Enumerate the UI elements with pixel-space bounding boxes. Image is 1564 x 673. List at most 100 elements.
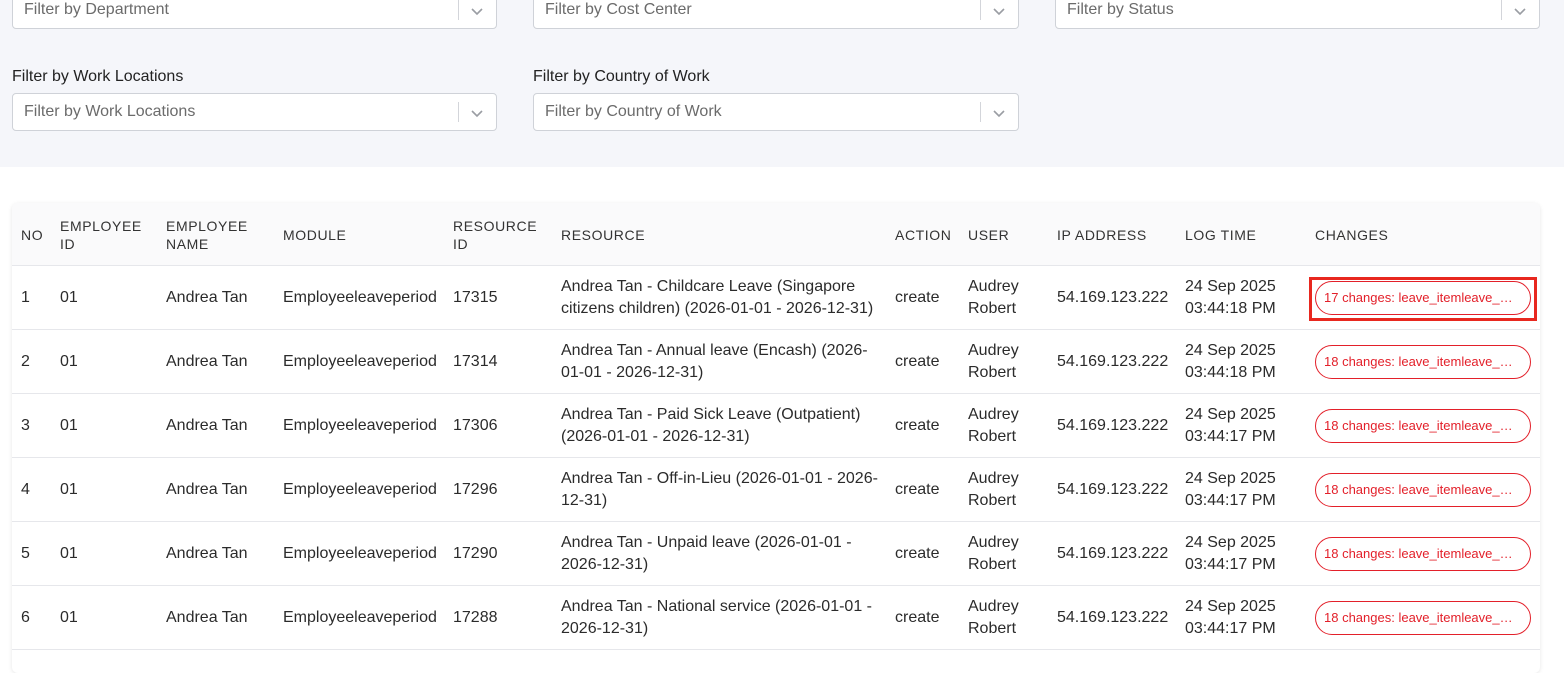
cell-resource: Andrea Tan - Unpaid leave (2026-01-01 -2…	[561, 534, 852, 573]
cell-no: 4	[21, 481, 30, 498]
chevron-down-icon[interactable]	[990, 104, 1008, 122]
cell-module: Employeeleaveperiod	[283, 353, 437, 370]
cell-module: Employeeleaveperiod	[283, 289, 437, 306]
changes-badge[interactable]: 18 changes: leave_itemleave_…	[1315, 473, 1531, 507]
cell-resource: Andrea Tan - Off-in-Lieu (2026-01-01 - 2…	[561, 470, 878, 509]
chevron-down-icon[interactable]	[468, 2, 486, 20]
cell-user: Audrey Robert	[968, 342, 1019, 381]
cell-ip-address: 54.169.123.222	[1057, 545, 1169, 562]
cell-employee-id: 01	[60, 417, 78, 434]
cell-employee-id: 01	[60, 481, 78, 498]
table-row[interactable]: 2 01 Andrea Tan Employeeleaveperiod 17314 And…	[12, 330, 1540, 394]
table-row[interactable]: 3 01 Andrea Tan Employeeleaveperiod 17306 And…	[12, 394, 1540, 458]
cell-employee-id: 01	[60, 353, 78, 370]
cell-log-time: 24 Sep 2025 03:44:18 PM	[1185, 342, 1276, 381]
cell-log-time: 24 Sep 2025 03:44:17 PM	[1185, 470, 1276, 509]
status-filter-select[interactable]: Filter by Status	[1055, 0, 1540, 29]
changes-badge[interactable]: 17 changes: leave_itemleave_…	[1315, 281, 1531, 315]
cell-user: Audrey Robert	[968, 470, 1019, 509]
cell-resource: Andrea Tan - National service (2026-01-0…	[561, 598, 872, 637]
cost-center-filter-select[interactable]: Filter by Cost Center	[533, 0, 1019, 29]
table-row[interactable]: 4 01 Andrea Tan Employeeleaveperiod 17296 And…	[12, 458, 1540, 522]
column-header-resource[interactable]: RESOURCE	[561, 203, 645, 266]
cell-module: Employeeleaveperiod	[283, 609, 437, 626]
cell-employee-name: Andrea Tan	[166, 353, 248, 370]
cell-log-time: 24 Sep 2025 03:44:17 PM	[1185, 406, 1276, 445]
country-of-work-filter-label: Filter by Country of Work	[533, 68, 710, 85]
cell-employee-id: 01	[60, 545, 78, 562]
cell-resource-id: 17314	[453, 353, 498, 370]
table-row[interactable]: 6 01 Andrea Tan Employeeleaveperiod 17288 And…	[12, 586, 1540, 650]
cell-no: 6	[21, 609, 30, 626]
department-filter-select[interactable]: Filter by Department	[12, 0, 497, 29]
department-filter-placeholder: Filter by Department	[24, 1, 169, 18]
cell-no: 3	[21, 417, 30, 434]
cell-employee-name: Andrea Tan	[166, 417, 248, 434]
column-header-action[interactable]: ACTION	[895, 203, 952, 266]
cost-center-filter-placeholder: Filter by Cost Center	[545, 1, 692, 18]
cell-action: create	[895, 545, 940, 562]
work-locations-filter-select[interactable]: Filter by Work Locations	[12, 93, 497, 131]
cell-module: Employeeleaveperiod	[283, 545, 437, 562]
column-header-changes[interactable]: CHANGES	[1315, 203, 1388, 266]
table-row[interactable]: 5 01 Andrea Tan Employeeleaveperiod 17290 And…	[12, 522, 1540, 586]
cell-action: create	[895, 417, 940, 434]
cell-no: 1	[21, 289, 30, 306]
cell-resource-id: 17306	[453, 417, 498, 434]
select-separator	[980, 0, 981, 20]
changes-badge[interactable]: 18 changes: leave_itemleave_…	[1315, 409, 1531, 443]
column-header-employee-id[interactable]: EMPLOYEE ID	[60, 203, 142, 266]
table-header: NO EMPLOYEE ID EMPLOYEE NAME MODULE RESOUR…	[12, 203, 1540, 266]
country-of-work-filter-select[interactable]: Filter by Country of Work	[533, 93, 1019, 131]
cell-ip-address: 54.169.123.222	[1057, 417, 1169, 434]
cell-module: Employeeleaveperiod	[283, 417, 437, 434]
table-row[interactable]: 1 01 Andrea Tan Employeeleaveperiod 17315 And…	[12, 266, 1540, 330]
cell-ip-address: 54.169.123.222	[1057, 353, 1169, 370]
column-header-log-time[interactable]: LOG TIME	[1185, 203, 1256, 266]
chevron-down-icon[interactable]	[990, 2, 1008, 20]
column-header-module[interactable]: MODULE	[283, 203, 347, 266]
cell-resource: Andrea Tan - Paid Sick Leave (Outpatient…	[561, 406, 861, 445]
column-header-employee-name[interactable]: EMPLOYEE NAME	[166, 203, 248, 266]
work-locations-filter-placeholder: Filter by Work Locations	[24, 103, 196, 120]
cell-resource: Andrea Tan - Childcare Leave (Singapore c…	[561, 278, 874, 317]
cell-module: Employeeleaveperiod	[283, 481, 437, 498]
cell-action: create	[895, 481, 940, 498]
changes-badge[interactable]: 18 changes: leave_itemleave_…	[1315, 537, 1531, 571]
select-separator	[980, 102, 981, 122]
changes-badge[interactable]: 18 changes: leave_itemleave_…	[1315, 345, 1531, 379]
select-separator	[458, 102, 459, 122]
cell-ip-address: 54.169.123.222	[1057, 289, 1169, 306]
filter-panel: Filter by Department Filter by Cost Cent…	[0, 0, 1564, 167]
cell-action: create	[895, 289, 940, 306]
cell-user: Audrey Robert	[968, 278, 1019, 317]
chevron-down-icon[interactable]	[468, 104, 486, 122]
cell-user: Audrey Robert	[968, 598, 1019, 637]
chevron-down-icon[interactable]	[1511, 2, 1529, 20]
cell-no: 5	[21, 545, 30, 562]
cell-log-time: 24 Sep 2025 03:44:17 PM	[1185, 534, 1276, 573]
cell-employee-id: 01	[60, 289, 78, 306]
cell-employee-name: Andrea Tan	[166, 609, 248, 626]
status-filter-placeholder: Filter by Status	[1067, 1, 1174, 18]
cell-resource-id: 17290	[453, 545, 498, 562]
cell-ip-address: 54.169.123.222	[1057, 481, 1169, 498]
cell-resource: Andrea Tan - Annual leave (Encash) (2026…	[561, 342, 868, 381]
work-locations-filter-label: Filter by Work Locations	[12, 68, 184, 85]
changes-badge[interactable]: 18 changes: leave_itemleave_…	[1315, 601, 1531, 635]
cell-action: create	[895, 609, 940, 626]
column-header-user[interactable]: USER	[968, 203, 1009, 266]
select-separator	[1501, 0, 1502, 20]
cell-employee-name: Andrea Tan	[166, 545, 248, 562]
cell-ip-address: 54.169.123.222	[1057, 609, 1169, 626]
column-header-resource-id[interactable]: RESOURCE ID	[453, 203, 537, 266]
cell-employee-name: Andrea Tan	[166, 481, 248, 498]
cell-no: 2	[21, 353, 30, 370]
cell-resource-id: 17315	[453, 289, 498, 306]
cell-action: create	[895, 353, 940, 370]
column-header-ip-address[interactable]: IP ADDRESS	[1057, 203, 1147, 266]
audit-log-table: NO EMPLOYEE ID EMPLOYEE NAME MODULE RESOUR…	[12, 203, 1540, 673]
column-header-no[interactable]: NO	[21, 203, 43, 266]
cell-log-time: 24 Sep 2025 03:44:17 PM	[1185, 598, 1276, 637]
country-of-work-filter-placeholder: Filter by Country of Work	[545, 103, 722, 120]
